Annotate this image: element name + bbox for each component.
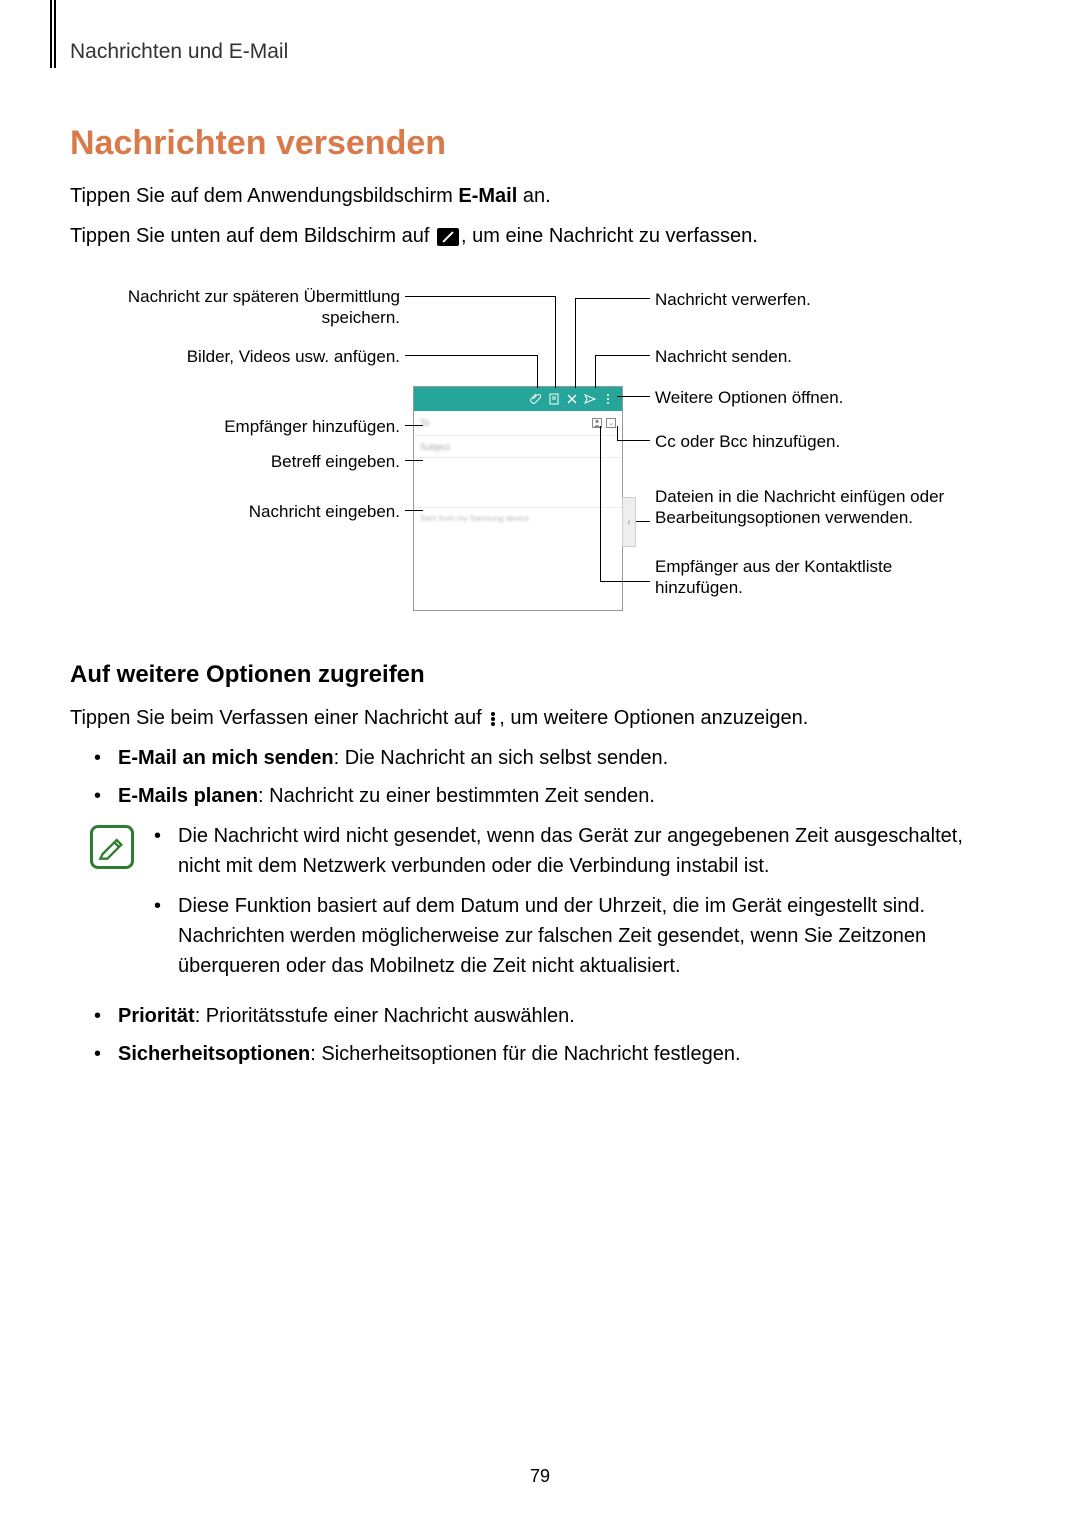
- more-icon: [602, 393, 614, 405]
- subject-placeholder: Subject: [420, 442, 450, 452]
- leader-line: [636, 521, 650, 522]
- send-icon: [584, 393, 596, 405]
- leader-line: [600, 426, 601, 581]
- note-item: Die Nachricht wird nicht gesendet, wenn …: [154, 821, 1010, 881]
- callout-to: Empfänger hinzufügen.: [120, 416, 400, 437]
- leader-line: [600, 581, 650, 582]
- text: , um weitere Optionen anzuzeigen.: [499, 707, 808, 729]
- note-list: Die Nachricht wird nicht gesendet, wenn …: [154, 821, 1010, 991]
- leader-line: [405, 460, 423, 461]
- save-icon: [548, 393, 560, 405]
- leader-line: [575, 298, 650, 299]
- leader-line: [405, 425, 423, 426]
- text: Tippen Sie auf dem Anwendungsbildschirm: [70, 185, 458, 207]
- option-name: E-Mail an mich senden: [118, 747, 334, 769]
- signature: Sent from my Samsung device: [414, 508, 622, 529]
- discard-icon: [566, 393, 578, 405]
- option-list: E-Mail an mich senden: Die Nachricht an …: [94, 743, 1010, 811]
- leader-line: [405, 510, 423, 511]
- option-name: E-Mails planen: [118, 785, 258, 807]
- leader-line: [405, 296, 555, 297]
- to-row: To ⌄: [414, 411, 622, 436]
- callout-subject: Betreff eingeben.: [120, 451, 400, 472]
- leader-line: [405, 355, 537, 356]
- more-icon: [491, 711, 495, 727]
- text: , um eine Nachricht zu verfassen.: [461, 225, 758, 247]
- list-item: Sicherheitsoptionen: Sicherheitsoptionen…: [94, 1039, 1010, 1069]
- callout-cc: Cc oder Bcc hinzufügen.: [655, 431, 955, 452]
- text: an.: [517, 185, 550, 207]
- app-name: E-Mail: [458, 185, 517, 207]
- intro-paragraph-1: Tippen Sie auf dem Anwendungsbildschirm …: [70, 181, 1010, 211]
- side-tab: ‹: [622, 497, 636, 547]
- note-item: Diese Funktion basiert auf dem Datum und…: [154, 891, 1010, 981]
- access-paragraph: Tippen Sie beim Verfassen einer Nachrich…: [70, 703, 1010, 733]
- screen-mockup: To ⌄ Subject Sent from my Samsung device: [413, 386, 623, 611]
- callout-more: Weitere Optionen öffnen.: [655, 387, 955, 408]
- leader-line: [595, 355, 650, 356]
- leader-line: [575, 298, 576, 388]
- callout-insert: Dateien in die Nachricht einfügen oder B…: [655, 486, 955, 529]
- page-heading: Nachrichten versenden: [70, 124, 1010, 163]
- callout-send: Nachricht senden.: [655, 346, 955, 367]
- toolbar: [414, 387, 622, 411]
- callout-attach: Bilder, Videos usw. anfügen.: [120, 346, 400, 367]
- subject-row: Subject: [414, 436, 622, 458]
- attach-icon: [530, 393, 542, 405]
- option-desc: : Prioritätsstufe einer Nachricht auswäh…: [195, 1005, 575, 1027]
- list-item: E-Mail an mich senden: Die Nachricht an …: [94, 743, 1010, 773]
- page-number: 79: [0, 1466, 1080, 1487]
- header-rule: [50, 0, 56, 68]
- note-block: Die Nachricht wird nicht gesendet, wenn …: [90, 821, 1010, 991]
- expand-icon: ⌄: [606, 418, 616, 428]
- callout-save: Nachricht zur späteren Übermittlung spei…: [120, 286, 400, 329]
- compose-diagram: To ⌄ Subject Sent from my Samsung device…: [120, 281, 960, 621]
- leader-line: [617, 396, 650, 397]
- body-area: [414, 458, 622, 508]
- intro-paragraph-2: Tippen Sie unten auf dem Bildschirm auf …: [70, 221, 1010, 251]
- subheading: Auf weitere Optionen zugreifen: [70, 661, 1010, 689]
- leader-line: [617, 440, 650, 441]
- compose-icon: [437, 228, 459, 246]
- option-list-cont: Priorität: Prioritätsstufe einer Nachric…: [94, 1001, 1010, 1069]
- to-placeholder: To: [420, 418, 430, 428]
- section-header: Nachrichten und E-Mail: [70, 40, 1010, 64]
- note-icon: [90, 825, 134, 869]
- to-icons: ⌄: [592, 418, 616, 428]
- option-name: Priorität: [118, 1005, 195, 1027]
- leader-line: [537, 355, 538, 388]
- callout-contacts: Empfänger aus der Kontaktliste hinzufüge…: [655, 556, 955, 599]
- callout-body: Nachricht eingeben.: [120, 501, 400, 522]
- text: Tippen Sie unten auf dem Bildschirm auf: [70, 225, 435, 247]
- option-name: Sicherheitsoptionen: [118, 1043, 310, 1065]
- option-desc: : Nachricht zu einer bestimmten Zeit sen…: [258, 785, 655, 807]
- leader-line: [617, 426, 618, 440]
- list-item: Priorität: Prioritätsstufe einer Nachric…: [94, 1001, 1010, 1031]
- option-desc: : Die Nachricht an sich selbst senden.: [334, 747, 669, 769]
- text: Tippen Sie beim Verfassen einer Nachrich…: [70, 707, 487, 729]
- leader-line: [555, 296, 556, 388]
- option-desc: : Sicherheitsoptionen für die Nachricht …: [310, 1043, 740, 1065]
- leader-line: [595, 355, 596, 388]
- callout-discard: Nachricht verwerfen.: [655, 289, 955, 310]
- list-item: E-Mails planen: Nachricht zu einer besti…: [94, 781, 1010, 811]
